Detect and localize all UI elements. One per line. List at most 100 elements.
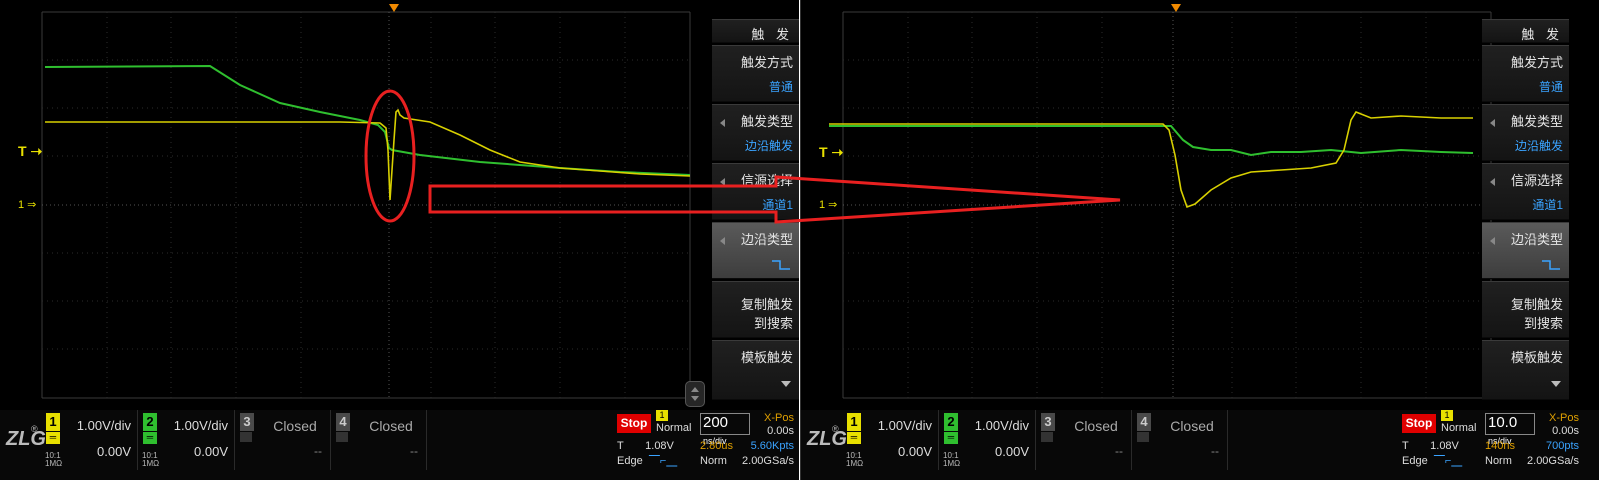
left-arrow-icon xyxy=(720,119,725,127)
sample-rate: 2.00GSa/s xyxy=(1527,455,1579,467)
menu-copy-to-search[interactable]: 复制触发 到搜索 xyxy=(1482,281,1569,338)
channel-number: 3 xyxy=(240,413,254,431)
channel-4-panel[interactable]: 4 Closed -- xyxy=(1133,410,1228,470)
ch1-ground-marker[interactable]: 1 ⇒ xyxy=(819,198,837,211)
channel-2-panel[interactable]: 2 ═ 10:1 1MΩ 1.00V/div 0.00V xyxy=(139,410,235,470)
status-bar: ZLG ® 1 ═ 10:1 1MΩ 1.00V/div 0.00V 2 ═ 1… xyxy=(801,410,1599,480)
oscilloscope-screen-left: T ➝ 1 ⇒ 触 发 触发方式 普通 触发类型 边沿触发 信源选择 通道1 边… xyxy=(0,0,799,480)
waveform-plot[interactable]: T ➝ 1 ⇒ xyxy=(0,0,710,410)
channel-4-panel[interactable]: 4 Closed -- xyxy=(332,410,427,470)
left-arrow-icon xyxy=(1490,178,1495,186)
run-stop-button[interactable]: Stop xyxy=(617,414,651,433)
menu-edge-type[interactable]: 边沿类型 xyxy=(712,222,799,279)
channel-number: 1 xyxy=(46,413,60,431)
oscilloscope-screen-right: T ➝ 1 ⇒ 触 发 触发方式 普通 触发类型 边沿触发 信源选择 通道1 边… xyxy=(800,0,1599,480)
chevron-up-icon xyxy=(691,387,699,392)
registered-icon: ® xyxy=(31,424,38,434)
trigger-menu: 触 发 触发方式 普通 触发类型 边沿触发 信源选择 通道1 边沿类型 复制触发… xyxy=(1482,19,1569,409)
ch2-waveform xyxy=(44,64,691,176)
menu-source-select[interactable]: 信源选择 通道1 xyxy=(1482,163,1569,220)
channel-offset: 0.00V xyxy=(97,444,131,459)
chevron-down-icon xyxy=(691,396,699,401)
timebase-control[interactable]: 10.0 ns/div xyxy=(1485,413,1535,446)
timebase-control[interactable]: 200 ns/div xyxy=(700,413,750,446)
channel-3-panel[interactable]: 3 Closed -- xyxy=(1037,410,1132,470)
menu-source-select[interactable]: 信源选择 通道1 xyxy=(712,163,799,220)
menu-scroll-button[interactable] xyxy=(685,381,705,407)
channel-1-panel[interactable]: 1 ═ 10:1 1MΩ 1.00V/div 0.00V xyxy=(42,410,138,470)
status-bar: ZLG ® 1 ═ 10:1 1MΩ 1.00V/div 0.00V 2 ═ 1… xyxy=(0,410,799,480)
channel-impedance: 10:1 1MΩ xyxy=(142,451,160,468)
channel-offset: 0.00V xyxy=(194,444,228,459)
run-stop-button[interactable]: Stop xyxy=(1402,414,1436,433)
trigger-level-marker[interactable]: T ➝ xyxy=(819,144,843,161)
falling-edge-icon: ⎺⌐⎽ xyxy=(648,455,678,467)
channel-impedance: 10:1 1MΩ xyxy=(45,451,63,468)
trigger-mode[interactable]: Normal xyxy=(656,422,691,434)
xpos-value[interactable]: 0.00s xyxy=(767,425,794,437)
ch2-waveform xyxy=(829,125,1474,157)
ch1-ground-marker[interactable]: 1 ⇒ xyxy=(18,198,36,211)
trigger-type[interactable]: Edge ⎺⌐⎽ xyxy=(617,455,677,468)
acquisition-mode[interactable]: Norm xyxy=(1485,455,1512,467)
falling-edge-icon xyxy=(772,260,790,270)
acquisition-time: 140ns xyxy=(1485,440,1515,452)
menu-trigger-type[interactable]: 触发类型 边沿触发 xyxy=(712,104,799,161)
trigger-position-marker xyxy=(1171,4,1181,12)
channel-volts-div: 1.00V/div xyxy=(173,418,228,433)
trigger-mode[interactable]: Normal xyxy=(1441,422,1476,434)
coupling-icon xyxy=(1137,432,1149,442)
menu-trigger-mode[interactable]: 触发方式 普通 xyxy=(1482,45,1569,102)
waveform-graticule xyxy=(41,11,691,399)
channel-volts-div: 1.00V/div xyxy=(76,418,131,433)
channel-state: Closed xyxy=(369,418,413,434)
channel-volts-div: 1.00V/div xyxy=(877,418,932,433)
channel-volts-div: 1.00V/div xyxy=(974,418,1029,433)
left-arrow-icon xyxy=(720,237,725,245)
channel-offset: -- xyxy=(314,444,322,458)
channel-number: 3 xyxy=(1041,413,1055,431)
channel-state: Closed xyxy=(1074,418,1118,434)
zlg-logo: ZLG xyxy=(6,428,46,450)
dc-coupling-icon: ═ xyxy=(143,432,157,444)
channel-number: 4 xyxy=(1137,413,1151,431)
registered-icon: ® xyxy=(832,424,839,434)
trigger-source-badge: 1 xyxy=(656,410,668,421)
chevron-down-icon xyxy=(1551,381,1561,387)
menu-title: 触 发 xyxy=(712,19,799,43)
menu-copy-to-search[interactable]: 复制触发 到搜索 xyxy=(712,281,799,338)
channel-1-panel[interactable]: 1 ═ 10:1 1MΩ 1.00V/div 0.00V xyxy=(843,410,939,470)
acquisition-mode[interactable]: Norm xyxy=(700,455,727,467)
channel-number: 4 xyxy=(336,413,350,431)
menu-trigger-type[interactable]: 触发类型 边沿触发 xyxy=(1482,104,1569,161)
channel-impedance: 10:1 1MΩ xyxy=(943,451,961,468)
trigger-level-marker[interactable]: T ➝ xyxy=(18,143,42,160)
menu-trigger-mode[interactable]: 触发方式 普通 xyxy=(712,45,799,102)
ch1-waveform xyxy=(45,108,691,201)
chevron-down-icon xyxy=(781,381,791,387)
acquisition-points: 5.60Kpts xyxy=(750,440,794,452)
trigger-source-badge: 1 xyxy=(1441,410,1453,421)
channel-number: 2 xyxy=(944,413,958,431)
waveform-plot[interactable]: T ➝ 1 ⇒ xyxy=(801,0,1511,410)
trigger-level[interactable]: T 1.08V xyxy=(1402,440,1459,452)
left-arrow-icon xyxy=(720,178,725,186)
channel-impedance: 10:1 1MΩ xyxy=(846,451,864,468)
waveform-graticule xyxy=(829,11,1492,399)
trigger-type[interactable]: Edge ⎺⌐⎽ xyxy=(1402,455,1462,468)
left-arrow-icon xyxy=(1490,119,1495,127)
menu-edge-type[interactable]: 边沿类型 xyxy=(1482,222,1569,279)
menu-template-trigger[interactable]: 模板触发 xyxy=(712,340,799,400)
sample-rate: 2.00GSa/s xyxy=(742,455,794,467)
left-arrow-icon xyxy=(1490,237,1495,245)
menu-template-trigger[interactable]: 模板触发 xyxy=(1482,340,1569,400)
falling-edge-icon xyxy=(1542,260,1560,270)
trigger-level[interactable]: T 1.08V xyxy=(617,440,674,452)
zlg-logo: ZLG xyxy=(807,428,847,450)
channel-2-panel[interactable]: 2 ═ 10:1 1MΩ 1.00V/div 0.00V xyxy=(940,410,1036,470)
channel-offset: -- xyxy=(410,444,418,458)
channel-state: Closed xyxy=(273,418,317,434)
channel-3-panel[interactable]: 3 Closed -- xyxy=(236,410,331,470)
xpos-value[interactable]: 0.00s xyxy=(1552,425,1579,437)
trigger-menu: 触 发 触发方式 普通 触发类型 边沿触发 信源选择 通道1 边沿类型 复制触发… xyxy=(712,19,799,409)
